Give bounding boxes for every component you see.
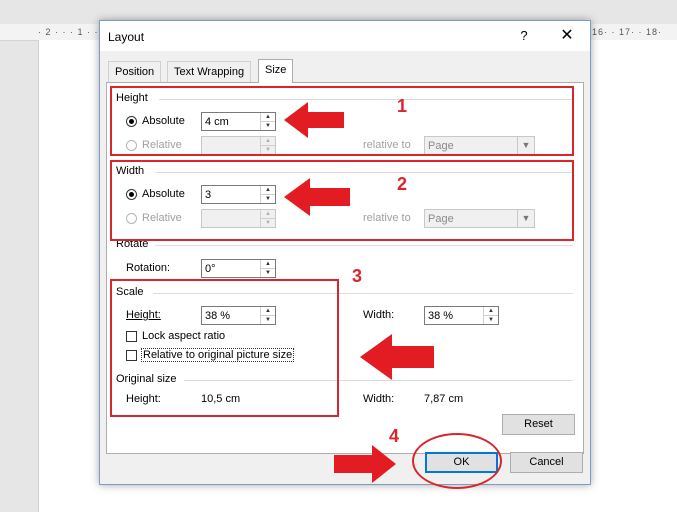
- cancel-button[interactable]: Cancel: [510, 452, 583, 473]
- scale-width-label: Width:: [363, 309, 395, 321]
- original-width-label: Width:: [363, 393, 395, 405]
- arrow-left-icon: [284, 102, 344, 138]
- rotation-value: 0°: [205, 263, 216, 275]
- spin-down-icon[interactable]: ▼: [484, 316, 498, 324]
- annotation-number-3: 3: [352, 266, 363, 286]
- tab-position[interactable]: Position: [108, 61, 162, 82]
- scale-width-value: 38 %: [428, 310, 454, 322]
- arrow-left-icon: [284, 178, 350, 216]
- ruler-left-marks: · 2 · · · 1 · ·: [38, 27, 99, 37]
- spin-up-icon[interactable]: ▲: [484, 307, 498, 316]
- spin-down-icon[interactable]: ▼: [261, 269, 275, 277]
- title-bar: Layout ? ✕: [100, 21, 590, 51]
- rotation-input[interactable]: 0° ▲ ▼: [201, 259, 276, 278]
- annotation-ellipse-ok: [412, 433, 502, 489]
- arrow-left-icon: [360, 334, 434, 380]
- reset-button[interactable]: Reset: [502, 414, 575, 435]
- annotation-number-2: 2: [397, 174, 408, 194]
- original-width-value: 7,87 cm: [424, 393, 464, 405]
- annotation-number-1: 1: [397, 96, 408, 116]
- dialog-title: Layout: [108, 30, 145, 44]
- rotation-label: Rotation:: [126, 262, 171, 274]
- rotate-divider: [155, 245, 573, 246]
- tab-size[interactable]: Size: [258, 59, 294, 83]
- spin-up-icon[interactable]: ▲: [261, 260, 275, 269]
- arrow-right-icon: [334, 445, 396, 483]
- scale-width-input[interactable]: 38 % ▲ ▼: [424, 306, 499, 325]
- annotation-box-scale: [110, 279, 339, 417]
- ruler-right-marks: 16· · 17· · 18·: [592, 27, 663, 37]
- tab-text-wrapping[interactable]: Text Wrapping: [167, 61, 252, 82]
- close-button[interactable]: ✕: [554, 25, 580, 47]
- help-button[interactable]: ?: [512, 26, 536, 46]
